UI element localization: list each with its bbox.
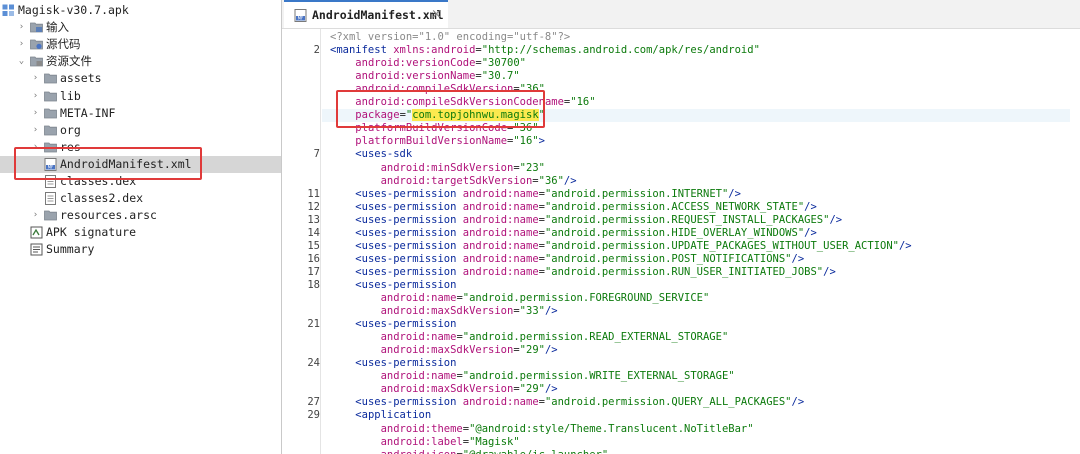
line-number: 7 xyxy=(313,148,320,161)
tree-item-assets[interactable]: › assets xyxy=(0,70,281,87)
code-line: android:name="android.permission.READ_EX… xyxy=(380,331,729,344)
code-line: <uses-permission xyxy=(355,278,457,291)
code-line: android:minSdkVersion="23" xyxy=(380,161,545,174)
tab-androidmanifest[interactable]: MF AndroidManifest.xml × xyxy=(284,0,448,28)
line-number: 27 xyxy=(307,396,320,409)
line-number: 15 xyxy=(307,239,320,252)
code-line: <uses-permission android:name="android.p… xyxy=(355,226,817,239)
code-line: <manifest xmlns:android="http://schemas.… xyxy=(330,44,760,57)
tree-item-lib[interactable]: › lib xyxy=(0,88,281,105)
line-number: 24 xyxy=(307,357,320,370)
arsc-file-icon xyxy=(44,209,57,221)
chevron-right-icon[interactable]: › xyxy=(31,70,40,87)
summary-icon xyxy=(30,243,43,256)
jadx-window: Magisk-v30.7.apk › 输入 › 源代码 ⌄ 资源文件 › assets › lib ›… xyxy=(0,0,1080,454)
code-line: <uses-permission android:name="android.p… xyxy=(355,213,843,226)
line-number: 29 xyxy=(307,409,320,422)
tree-item-2[interactable]: › 源代码 xyxy=(0,36,281,53)
code-line: android:name="android.permission.WRITE_E… xyxy=(380,370,735,383)
resources-icon xyxy=(30,55,43,67)
line-number: 17 xyxy=(307,265,320,278)
tree-item-classes2-dex[interactable]: classes2.dex xyxy=(0,190,281,207)
manifest-file-icon: MF xyxy=(294,9,307,22)
code-line: <?xml version="1.0" encoding="utf-8"?> xyxy=(330,31,571,43)
close-icon[interactable]: × xyxy=(431,7,442,22)
code-line: <uses-permission android:name="android.p… xyxy=(355,239,912,252)
code-line: android:maxSdkVersion="33"/> xyxy=(380,305,558,318)
tree-item-label: resources.arsc xyxy=(60,208,157,223)
code-line: android:icon="@drawable/ic_launcher" xyxy=(330,449,609,454)
code-line: android:targetSdkVersion="36"/> xyxy=(380,174,577,187)
line-number: 18 xyxy=(307,278,320,291)
source-code-icon xyxy=(30,38,43,50)
code-line: <uses-permission android:name="android.p… xyxy=(355,265,836,278)
line-number: 2 xyxy=(313,44,320,57)
tree-item-label: classes2.dex xyxy=(60,191,144,206)
dex-file-icon xyxy=(44,192,57,206)
line-number: 14 xyxy=(307,226,320,239)
signature-icon xyxy=(30,226,43,239)
line-number: 16 xyxy=(307,252,320,265)
code-line: <uses-permission android:name="android.p… xyxy=(355,252,805,265)
folder-icon xyxy=(44,107,57,119)
tree-item-summary[interactable]: Summary xyxy=(0,241,281,258)
tab-title: AndroidManifest.xml xyxy=(312,8,444,22)
input-icon xyxy=(30,21,43,33)
tree-item-label: 源代码 xyxy=(46,37,81,52)
code-line: <uses-permission android:name="android.p… xyxy=(355,396,805,409)
code-line: android:theme="@android:style/Theme.Tran… xyxy=(380,422,754,435)
code-line: android:versionCode="30700" xyxy=(355,57,526,70)
code-line: <application xyxy=(355,409,432,422)
project-tree: Magisk-v30.7.apk › 输入 › 源代码 ⌄ 资源文件 › assets › lib ›… xyxy=(0,0,282,454)
code-line: android:label="Magisk" xyxy=(380,435,520,448)
tree-item-meta-inf[interactable]: › META-INF xyxy=(0,105,281,122)
annotation-box-manifest-file xyxy=(14,147,202,180)
tree-item-label: Magisk-v30.7.apk xyxy=(18,3,129,17)
code-line: <uses-permission xyxy=(355,318,457,331)
svg-text:MF: MF xyxy=(298,16,304,21)
chevron-right-icon[interactable]: › xyxy=(17,36,26,53)
line-number: 11 xyxy=(307,187,320,200)
tree-item-label: org xyxy=(60,122,81,137)
apk-icon xyxy=(2,4,15,16)
tree-item-label: 输入 xyxy=(46,20,69,35)
tree-item-label: Summary xyxy=(46,242,95,257)
tree-item-label: lib xyxy=(60,88,81,103)
chevron-right-icon[interactable]: › xyxy=(31,207,40,224)
line-number: 13 xyxy=(307,213,320,226)
code-line: platformBuildVersionName="16"> xyxy=(355,135,545,148)
code-line: <uses-permission xyxy=(355,357,457,370)
code-line: android:maxSdkVersion="29"/> xyxy=(380,383,558,396)
chevron-right-icon[interactable]: › xyxy=(31,105,40,122)
code-line: android:maxSdkVersion="29"/> xyxy=(380,344,558,357)
tree-item-label: assets xyxy=(60,71,102,86)
chevron-down-icon[interactable]: ⌄ xyxy=(17,53,26,70)
tree-item-resources-arsc[interactable]: › resources.arsc xyxy=(0,207,281,224)
code-line: android:name="android.permission.FOREGRO… xyxy=(380,292,710,304)
annotation-box-package-name xyxy=(336,90,545,128)
line-number-gutter: 2 7 11 12 13 14 15 16 17 18 21 24 27 29 xyxy=(282,29,320,454)
tree-item-org[interactable]: › org xyxy=(0,122,281,139)
tree-item-label: META-INF xyxy=(60,105,116,120)
folder-icon xyxy=(44,72,57,84)
tree-root-apk[interactable]: Magisk-v30.7.apk xyxy=(0,2,281,19)
line-number: 21 xyxy=(307,318,320,331)
folder-icon xyxy=(44,90,57,102)
editor-tab-bar: MF AndroidManifest.xml × xyxy=(282,0,1080,29)
gutter-separator xyxy=(320,29,321,454)
tree-item-3[interactable]: ⌄ 资源文件 xyxy=(0,53,281,70)
tree-item-label: APK signature xyxy=(46,225,137,240)
chevron-right-icon[interactable]: › xyxy=(31,122,40,139)
code-line: <uses-permission android:name="android.p… xyxy=(355,200,817,213)
code-line: <uses-permission android:name="android.p… xyxy=(355,187,741,200)
tree-item-1[interactable]: › 输入 xyxy=(0,19,281,36)
chevron-right-icon[interactable]: › xyxy=(31,88,40,105)
tree-item-apk-signature[interactable]: APK signature xyxy=(0,224,281,241)
folder-icon xyxy=(44,124,57,136)
chevron-right-icon[interactable]: › xyxy=(17,19,26,36)
code-line: <uses-sdk xyxy=(355,148,413,161)
code-line: android:versionName="30.7" xyxy=(355,70,520,83)
tree-item-label: 资源文件 xyxy=(46,54,92,69)
line-number: 12 xyxy=(307,200,320,213)
